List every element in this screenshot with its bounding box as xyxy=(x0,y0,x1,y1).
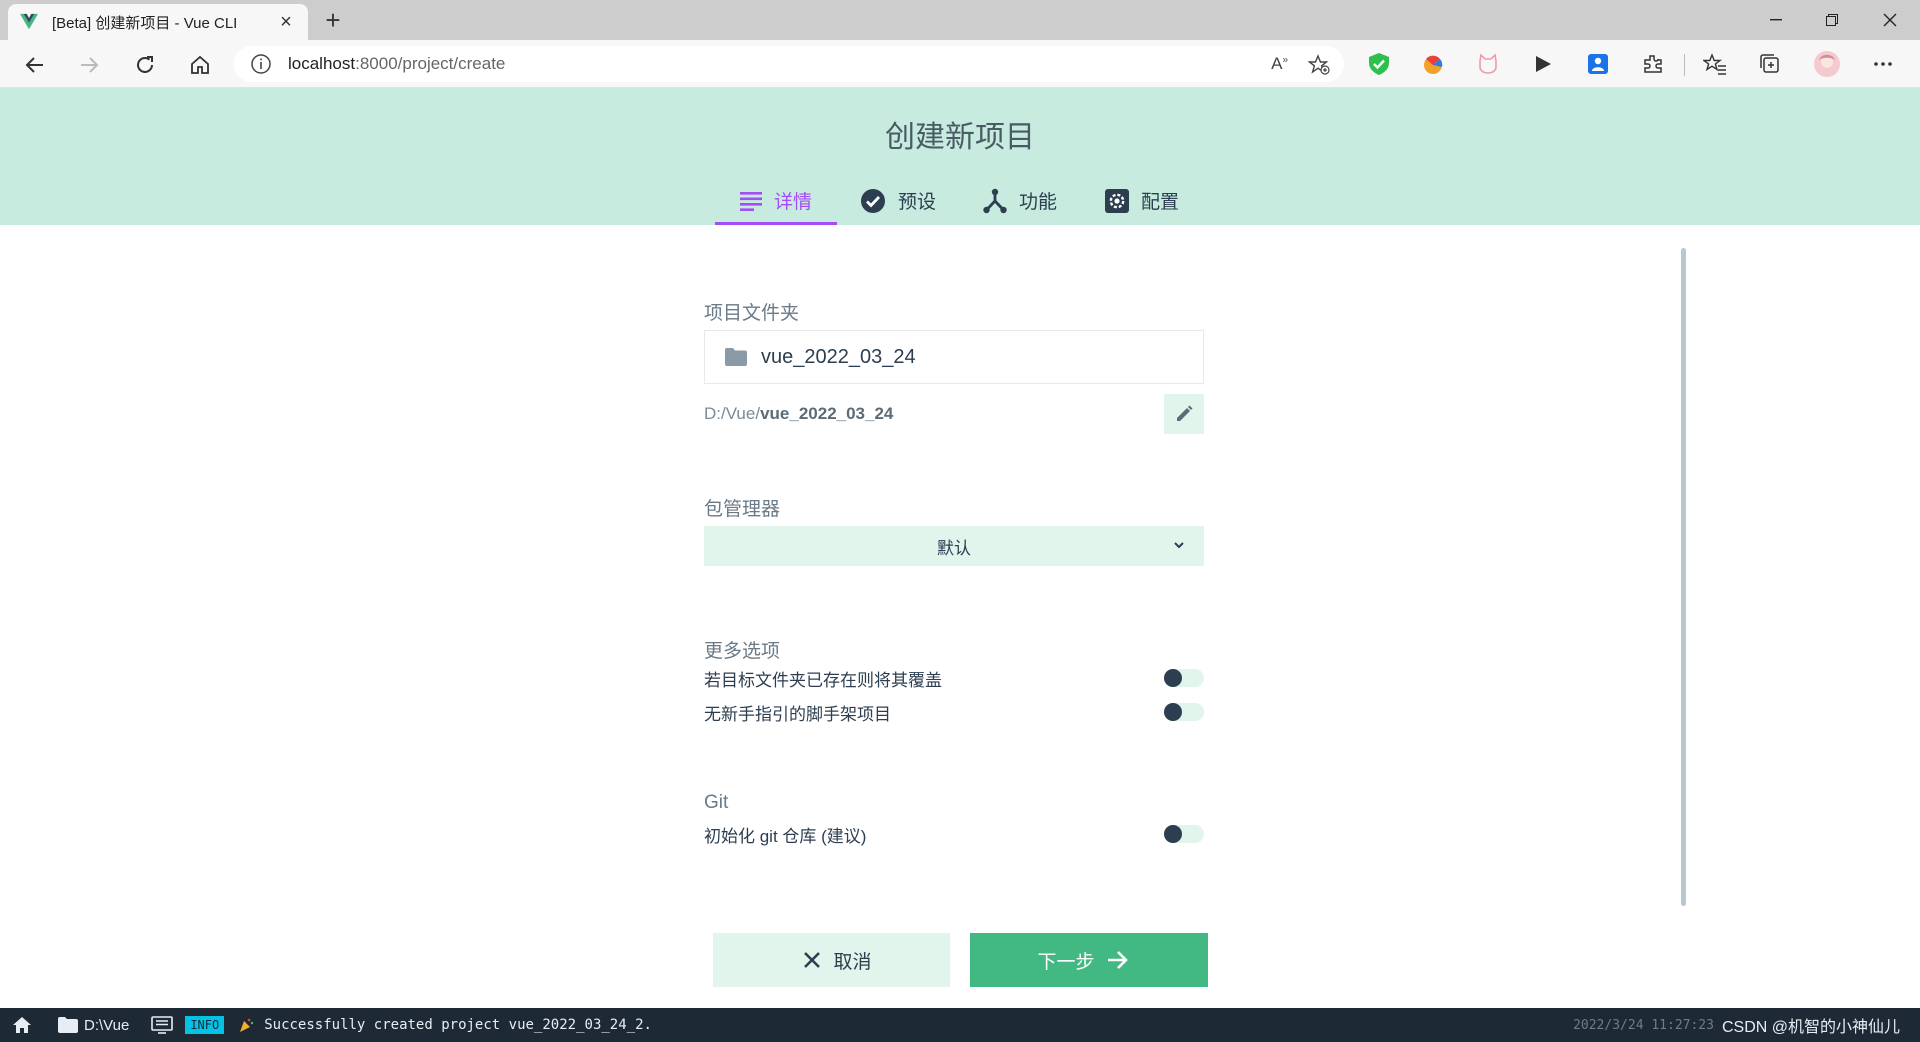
browser-toolbar: localhost:8000/project/create A» xyxy=(0,40,1920,88)
status-folder-path: D:\Vue xyxy=(84,1016,130,1034)
tab-config[interactable]: 配置 xyxy=(1081,176,1203,225)
folder-name-input[interactable]: vue_2022_03_24 xyxy=(704,330,1204,384)
package-manager-value: 默认 xyxy=(937,538,971,558)
git-init-toggle[interactable] xyxy=(1164,825,1204,843)
status-home-button[interactable] xyxy=(12,1016,32,1034)
collections-icon[interactable] xyxy=(1755,49,1785,79)
status-bar: D:\Vue INFO Successfully created project… xyxy=(0,1008,1920,1042)
person-extension-icon[interactable] xyxy=(1583,49,1613,79)
status-log-button[interactable] xyxy=(151,1016,174,1034)
tab-close-icon[interactable]: × xyxy=(276,12,296,32)
refresh-icon[interactable] xyxy=(128,48,162,82)
cat-extension-icon[interactable] xyxy=(1473,49,1503,79)
step-tabs: 详情 预设 功能 配置 xyxy=(715,176,1203,225)
tab-title: [Beta] 创建新项目 - Vue CLI xyxy=(52,14,238,32)
browser-titlebar: [Beta] 创建新项目 - Vue CLI × + xyxy=(0,0,1920,40)
tab-preset[interactable]: 预设 xyxy=(837,176,959,225)
package-manager-select[interactable]: 默认 xyxy=(704,526,1204,566)
tab-config-label: 配置 xyxy=(1140,192,1179,213)
pencil-icon xyxy=(1177,405,1193,421)
profile-avatar-icon[interactable] xyxy=(1812,49,1842,79)
tab-details[interactable]: 详情 xyxy=(715,176,837,225)
url-path: :8000/project/create xyxy=(355,54,506,73)
option-overwrite-label: 若目标文件夹已存在则将其覆盖 xyxy=(704,670,942,690)
new-tab-icon[interactable]: + xyxy=(318,6,348,36)
close-window-icon[interactable] xyxy=(1862,0,1918,40)
play-extension-icon[interactable] xyxy=(1528,49,1558,79)
url-text[interactable]: localhost:8000/project/create xyxy=(288,54,505,74)
read-aloud-icon[interactable]: A» xyxy=(1271,54,1288,74)
status-celebrate-icon xyxy=(240,1018,254,1032)
toggle-knob xyxy=(1164,703,1182,721)
overwrite-toggle[interactable] xyxy=(1164,669,1204,687)
tab-preset-label: 预设 xyxy=(897,192,936,213)
arrow-right-icon xyxy=(1107,951,1128,969)
more-menu-icon[interactable] xyxy=(1868,49,1898,79)
page-title: 创建新项目 xyxy=(885,121,1035,154)
shield-extension-icon[interactable] xyxy=(1364,49,1394,79)
content-scrollbar[interactable] xyxy=(1681,248,1686,906)
status-time: 2022/3/24 11:27:23 xyxy=(1573,1017,1714,1033)
folder-path: D:/Vue/vue_2022_03_24 xyxy=(704,404,893,424)
option-git-init: 初始化 git 仓库 (建议) xyxy=(704,820,1204,848)
toggle-knob xyxy=(1164,825,1182,843)
site-info-icon[interactable] xyxy=(250,53,272,75)
folder-path-prefix: D:/Vue/ xyxy=(704,404,761,423)
console-icon xyxy=(151,1016,174,1034)
minimize-icon[interactable] xyxy=(1748,0,1804,40)
folder-name-value: vue_2022_03_24 xyxy=(761,345,916,368)
toggle-knob xyxy=(1164,669,1182,687)
back-icon[interactable] xyxy=(18,48,52,82)
option-overwrite: 若目标文件夹已存在则将其覆盖 xyxy=(704,664,1204,692)
cancel-button[interactable]: 取消 xyxy=(713,933,950,987)
restore-icon[interactable] xyxy=(1804,0,1860,40)
folder-icon xyxy=(58,1017,78,1033)
favorites-icon[interactable] xyxy=(1700,49,1730,79)
option-bare-label: 无新手指引的脚手架项目 xyxy=(704,704,891,724)
package-manager-label: 包管理器 xyxy=(704,499,781,520)
fork-icon xyxy=(983,188,1007,213)
folder-path-row: D:/Vue/vue_2022_03_24 xyxy=(704,394,1204,434)
toolbar-divider xyxy=(1684,54,1685,76)
more-options-label: 更多选项 xyxy=(704,641,781,662)
option-bare: 无新手指引的脚手架项目 xyxy=(704,698,1204,726)
status-folder-button[interactable]: D:\Vue xyxy=(58,1017,129,1034)
folder-path-name: vue_2022_03_24 xyxy=(760,404,894,423)
tab-features[interactable]: 功能 xyxy=(959,176,1081,225)
bare-toggle[interactable] xyxy=(1164,703,1204,721)
extensions-puzzle-icon[interactable] xyxy=(1638,49,1668,79)
settings-box-icon xyxy=(1104,188,1129,213)
status-right: 2022/3/24 11:27:23 CSDN @机智的小神仙儿 xyxy=(1573,1008,1900,1042)
check-circle-icon xyxy=(860,188,885,213)
log-level-badge: INFO xyxy=(185,1016,225,1034)
folder-label: 项目文件夹 xyxy=(704,303,800,324)
browser-tab[interactable]: [Beta] 创建新项目 - Vue CLI × xyxy=(8,4,308,40)
cancel-label: 取消 xyxy=(833,951,872,973)
colorful-extension-icon[interactable] xyxy=(1418,49,1448,79)
subject-icon xyxy=(739,191,762,211)
tab-details-label: 详情 xyxy=(773,192,812,213)
edit-path-button[interactable] xyxy=(1164,394,1204,434)
folder-icon xyxy=(725,348,747,366)
add-favorite-icon[interactable] xyxy=(1308,54,1330,76)
tab-features-label: 功能 xyxy=(1018,192,1057,213)
status-message: Successfully created project vue_2022_03… xyxy=(264,1017,652,1033)
chevron-down-icon xyxy=(1174,542,1184,549)
option-git-init-label: 初始化 git 仓库 (建议) xyxy=(704,826,867,846)
home-icon[interactable] xyxy=(183,48,217,82)
app-header: 创建新项目 详情 预设 功能 配置 xyxy=(0,88,1920,225)
next-label: 下一步 xyxy=(1037,951,1095,973)
watermark-text: CSDN @机智的小神仙儿 xyxy=(1721,1019,1900,1036)
forward-icon[interactable] xyxy=(72,48,106,82)
vue-logo-icon xyxy=(20,13,38,30)
close-icon xyxy=(804,952,821,968)
url-host: localhost xyxy=(288,54,356,73)
next-button[interactable]: 下一步 xyxy=(970,933,1208,987)
git-label: Git xyxy=(704,792,729,813)
address-bar[interactable]: localhost:8000/project/create A» xyxy=(234,46,1344,82)
home-icon xyxy=(13,1017,31,1033)
